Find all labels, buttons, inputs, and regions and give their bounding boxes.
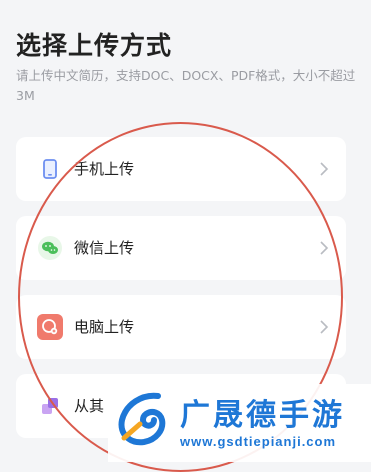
phone-icon [36, 155, 64, 183]
chevron-right-icon [316, 319, 332, 335]
option-label: 电脑上传 [74, 318, 135, 336]
option-computer-upload[interactable]: 电脑上传 [16, 295, 346, 359]
option-label: 手机上传 [74, 160, 135, 178]
option-label: 从其 [74, 397, 105, 415]
page-title: 选择上传方式 [16, 31, 173, 60]
chevron-right-icon [316, 161, 332, 177]
option-wechat-upload[interactable]: 微信上传 [16, 216, 346, 280]
computer-icon [36, 313, 64, 341]
watermark-url: www.gsdtiepianji.com [180, 434, 337, 449]
option-phone-upload[interactable]: 手机上传 [16, 137, 346, 201]
chevron-right-icon [316, 240, 332, 256]
watermark-logo-icon [114, 390, 172, 448]
watermark: 广晟德手游 www.gsdtiepianji.com [108, 384, 371, 462]
upload-requirements: 请上传中文简历，支持DOC、DOCX、PDF格式，大小不超过3M [16, 68, 356, 103]
option-label: 微信上传 [74, 239, 135, 257]
wechat-icon [36, 234, 64, 262]
watermark-name: 广晟德手游 [180, 398, 345, 433]
other-upload-icon [36, 392, 64, 420]
